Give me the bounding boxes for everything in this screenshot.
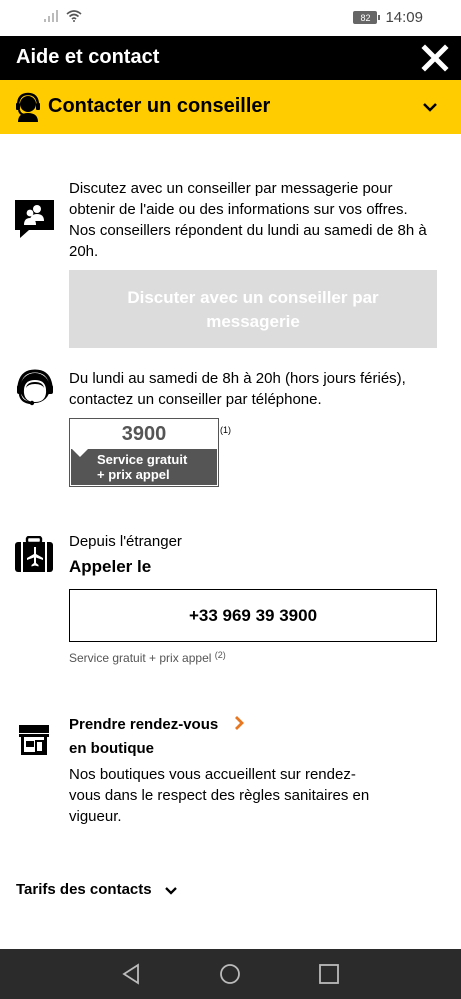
phone-line: Du lundi au samedi de 8h à 20h (hors jou…	[69, 370, 406, 387]
footnote-ref-1: (1)	[220, 425, 231, 435]
shop-line: Nos boutiques vous accueillent sur rende…	[69, 766, 356, 783]
home-icon[interactable]	[219, 963, 241, 985]
messaging-line: obtenir de l'aide ou des informations su…	[69, 201, 408, 218]
footnote-ref-2: (2)	[214, 650, 226, 660]
shop-line: vous dans le respect des règles sanitair…	[69, 787, 370, 804]
appointment-title-line2: en boutique	[69, 740, 154, 757]
chat-with-advisor-button[interactable]: Discuter avec un conseiller par messager…	[69, 270, 437, 348]
chevron-down-icon[interactable]	[165, 886, 177, 896]
app-header: Aide et contact	[0, 36, 461, 80]
wifi-icon	[66, 10, 82, 22]
headset-icon	[16, 92, 40, 122]
shop-line: vigueur.	[69, 808, 122, 825]
chat-button-label-line2: messagerie	[206, 312, 300, 331]
book-appointment-link[interactable]: Prendre rendez-vous en boutique	[69, 713, 218, 761]
contact-advisor-accordion[interactable]: Contacter un conseiller	[0, 80, 461, 134]
status-right: 82 14:09	[353, 9, 423, 26]
back-icon[interactable]	[120, 963, 142, 985]
status-bar: 82 14:09	[0, 0, 461, 36]
contact-rates-toggle[interactable]: Tarifs des contacts	[16, 881, 152, 898]
price-band: Service gratuit + prix appel	[71, 449, 217, 485]
messaging-line: 20h.	[69, 243, 99, 260]
phone-description: Du lundi au samedi de 8h à 20h (hors jou…	[69, 368, 449, 410]
international-number: +33 969 39 3900	[188, 605, 318, 625]
headset-icon	[17, 369, 53, 406]
luggage-plane-icon	[15, 536, 53, 572]
abroad-pricing-note: Service gratuit + prix appel (2)	[69, 650, 226, 665]
phone-line: contactez un conseiller par téléphone.	[69, 391, 322, 408]
short-number: 3900	[121, 423, 167, 445]
cartouche-notch	[72, 449, 88, 457]
messaging-line: Nos conseillers répondent du lundi au sa…	[69, 222, 427, 239]
recents-icon[interactable]	[318, 963, 340, 985]
price-band-line2: + prix appel	[97, 467, 170, 482]
close-button[interactable]	[421, 44, 449, 72]
battery-icon: 82	[353, 11, 381, 24]
chat-button-label-line1: Discuter avec un conseiller par	[127, 288, 379, 307]
abroad-pricing-text: Service gratuit + prix appel	[69, 651, 212, 665]
accordion-title: Contacter un conseiller	[48, 95, 271, 117]
international-number-button[interactable]: +33 969 39 3900	[69, 589, 437, 642]
phone-number-cartouche[interactable]: 3900 Service gratuit + prix appel	[69, 418, 219, 487]
signal-icon	[44, 10, 58, 22]
chevron-down-icon[interactable]	[423, 101, 437, 113]
appointment-title-line1: Prendre rendez-vous	[69, 716, 219, 733]
chevron-right-icon[interactable]	[233, 716, 245, 730]
page-title: Aide et contact	[16, 46, 160, 68]
price-band-line1: Service gratuit	[97, 452, 188, 467]
abroad-label: Depuis l'étranger	[69, 533, 182, 550]
shop-description: Nos boutiques vous accueillent sur rende…	[69, 764, 429, 827]
messaging-line: Discutez avec un conseiller par messager…	[69, 180, 393, 197]
call-title: Appeler le	[69, 557, 152, 576]
chat-icon	[15, 200, 54, 238]
system-nav-bar	[0, 949, 461, 999]
messaging-description: Discutez avec un conseiller par messager…	[69, 178, 449, 262]
status-time: 14:09	[385, 9, 423, 26]
status-icons	[44, 10, 82, 22]
shop-icon	[19, 725, 49, 755]
